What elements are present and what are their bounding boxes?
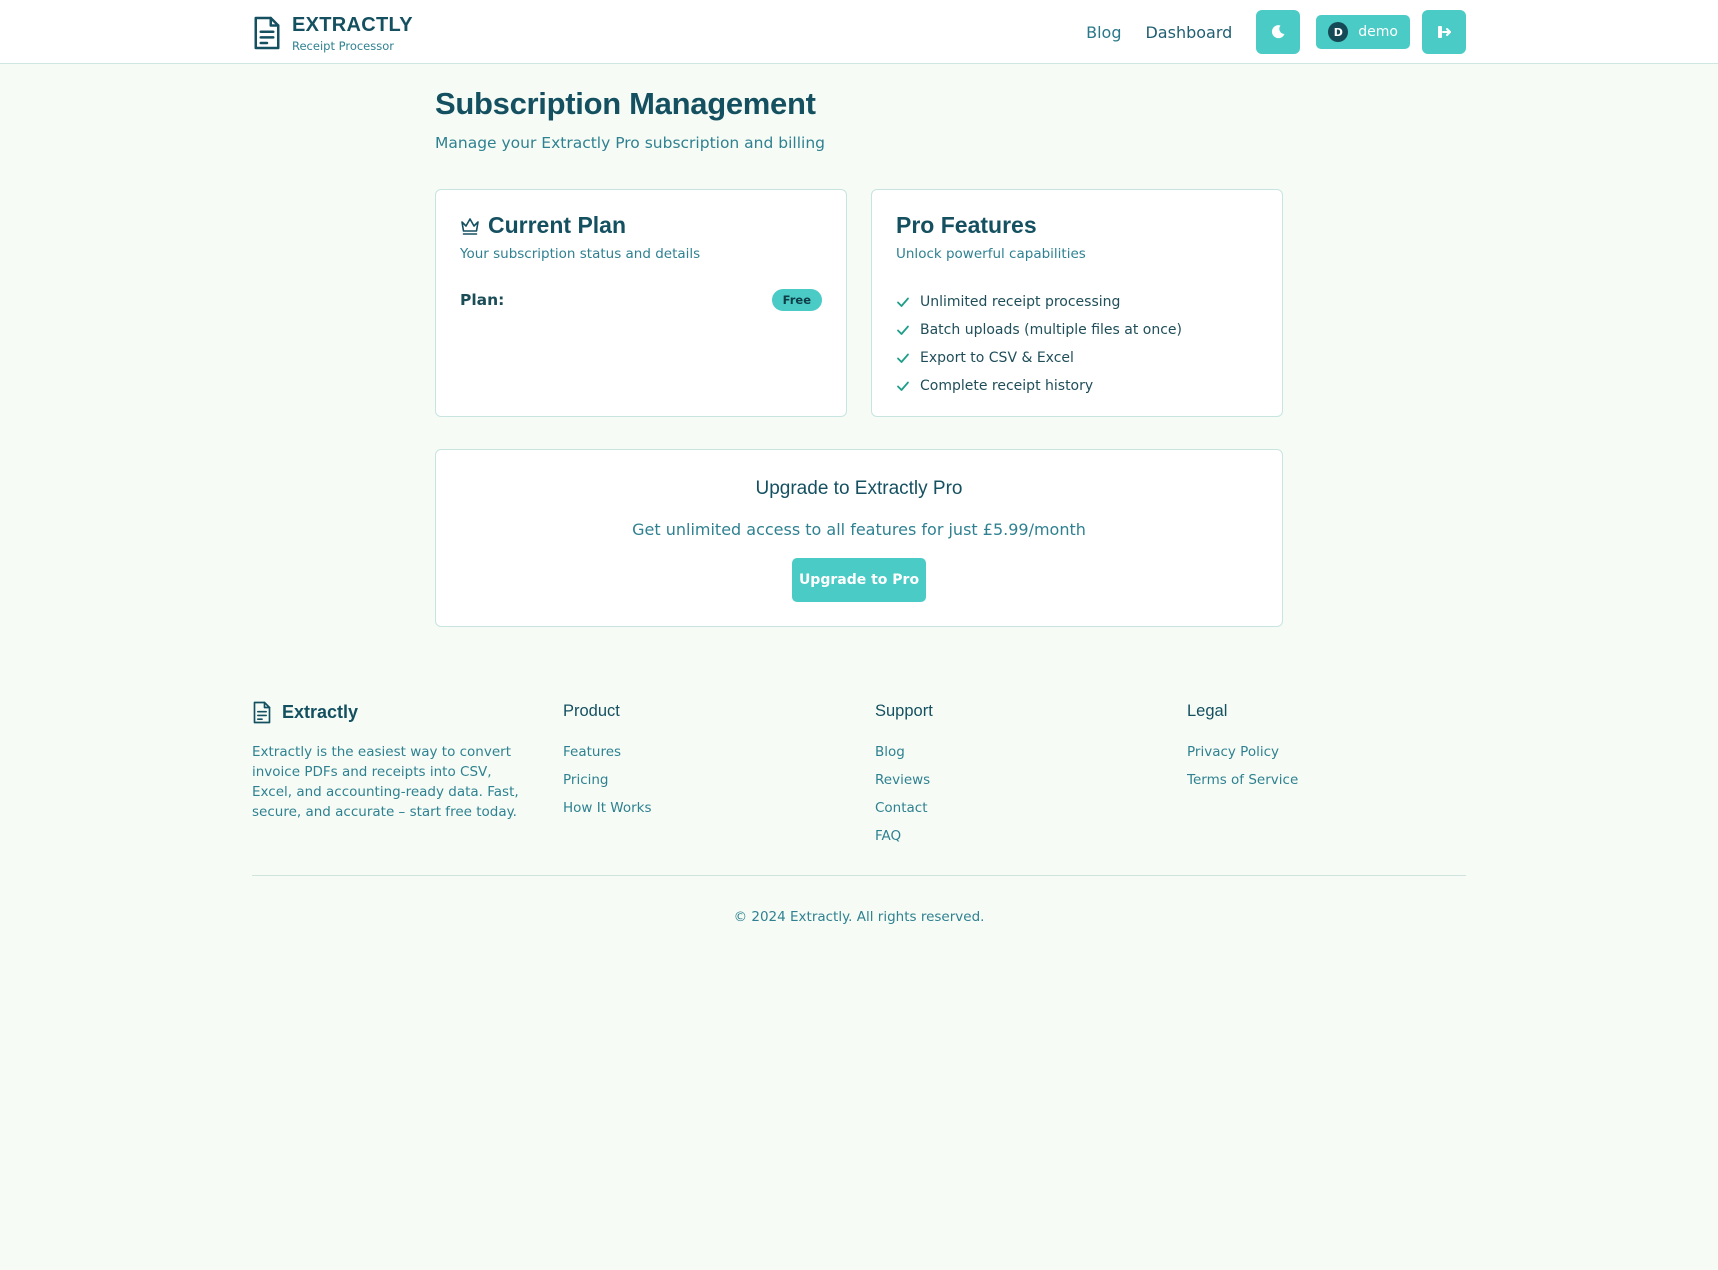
footer-description: Extractly is the easiest way to convert … [252, 744, 519, 820]
current-plan-title-row: Current Plan [460, 212, 626, 239]
feature-list: Unlimited receipt processing Batch uploa… [896, 288, 1182, 400]
list-item: Batch uploads (multiple files at once) [896, 316, 1182, 344]
footer-link-pricing[interactable]: Pricing [563, 766, 652, 794]
plan-label: Plan: [460, 291, 505, 309]
feature-label: Unlimited receipt processing [920, 294, 1121, 310]
check-icon [897, 353, 909, 363]
plan-status-badge: Free [771, 289, 822, 311]
footer-link-features[interactable]: Features [563, 738, 652, 766]
list-item: Unlimited receipt processing [896, 288, 1182, 316]
footer-link-privacy-policy[interactable]: Privacy Policy [1187, 738, 1298, 766]
upgrade-to-pro-button[interactable]: Upgrade to Pro [792, 558, 926, 602]
footer-brand: Extractly [252, 700, 358, 725]
brand-tagline: Receipt Processor [292, 39, 394, 53]
page-title: Subscription Management [435, 86, 816, 121]
feature-label: Export to CSV & Excel [920, 350, 1074, 366]
pro-features-card: Pro Features Unlock powerful capabilitie… [871, 189, 1283, 417]
upgrade-description: Get unlimited access to all features for… [632, 520, 1086, 539]
current-plan-card: Current Plan Your subscription status an… [435, 189, 847, 417]
pro-features-description: Unlock powerful capabilities [896, 246, 1086, 262]
footer-column-legal: Legal Privacy Policy Terms of Service [1187, 700, 1298, 794]
feature-label: Complete receipt history [920, 378, 1094, 394]
footer-link-terms-of-service[interactable]: Terms of Service [1187, 766, 1298, 794]
logout-button[interactable] [1422, 10, 1466, 54]
footer-column-product: Product Features Pricing How It Works [563, 700, 652, 822]
footer-column-title: Support [875, 702, 933, 720]
current-plan-description: Your subscription status and details [460, 246, 701, 262]
pro-features-title: Pro Features [896, 212, 1037, 238]
footer-link-how-it-works[interactable]: How It Works [563, 794, 652, 822]
top-header: EXTRACTLY Receipt Processor Blog Dashboa… [0, 0, 1718, 64]
footer-link-contact[interactable]: Contact [875, 794, 933, 822]
crown-icon [461, 217, 479, 235]
logout-icon [1438, 26, 1451, 38]
avatar: D [1328, 22, 1349, 42]
footer-brand-name: Extractly [282, 702, 359, 722]
brand-text: EXTRACTLY Receipt Processor [292, 14, 413, 54]
list-item: Export to CSV & Excel [896, 344, 1182, 372]
plan-row: Plan: Free [460, 289, 822, 311]
page-subtitle: Manage your Extractly Pro subscription a… [435, 134, 825, 152]
user-menu-button[interactable]: D demo [1316, 15, 1410, 49]
user-name: demo [1358, 24, 1398, 40]
list-item: Complete receipt history [896, 372, 1182, 400]
header-nav: Blog Dashboard D demo [1086, 10, 1466, 54]
document-icon [254, 16, 280, 50]
brand-name: EXTRACTLY [292, 14, 413, 36]
footer-link-faq[interactable]: FAQ [875, 822, 933, 850]
moon-icon [1272, 25, 1285, 39]
theme-toggle-button[interactable] [1256, 10, 1301, 54]
check-icon [897, 381, 909, 391]
footer-link-blog[interactable]: Blog [875, 738, 933, 766]
footer-divider [252, 875, 1466, 876]
footer-column-title: Legal [1187, 702, 1228, 720]
document-icon [253, 701, 271, 724]
footer-column-support: Support Blog Reviews Contact FAQ [875, 700, 933, 850]
check-icon [897, 297, 909, 307]
check-icon [897, 325, 909, 335]
feature-label: Batch uploads (multiple files at once) [920, 322, 1182, 338]
upgrade-card: Upgrade to Extractly Pro Get unlimited a… [435, 449, 1283, 627]
nav-link-blog[interactable]: Blog [1086, 23, 1121, 42]
upgrade-title: Upgrade to Extractly Pro [755, 478, 963, 499]
current-plan-title: Current Plan [488, 212, 627, 238]
copyright: © 2024 Extractly. All rights reserved. [733, 909, 985, 925]
nav-link-dashboard[interactable]: Dashboard [1145, 23, 1232, 42]
footer-column-title: Product [563, 702, 620, 720]
brand-logo-link[interactable]: EXTRACTLY Receipt Processor [252, 14, 413, 54]
footer-link-reviews[interactable]: Reviews [875, 766, 933, 794]
